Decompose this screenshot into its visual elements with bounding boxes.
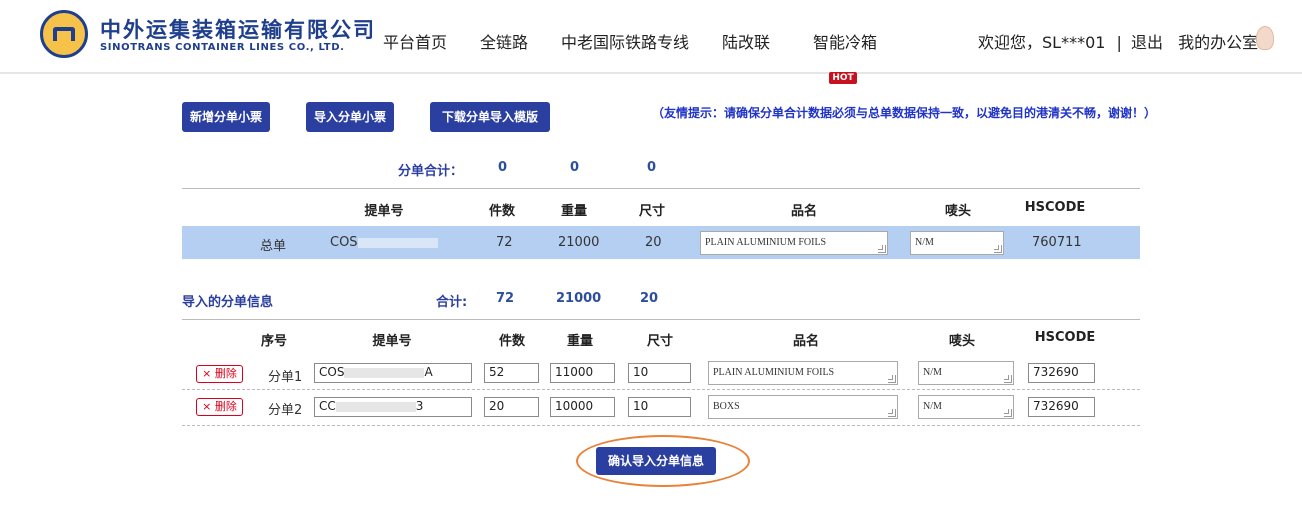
marks-value: N/M [923,367,942,378]
product-textarea[interactable]: PLAIN ALUMINIUM FOILS [708,361,898,385]
weight-input[interactable]: 11000 [550,363,615,383]
product-textarea[interactable]: BOXS [708,395,898,419]
product-value: BOXS [713,401,740,412]
col-pieces: 件数 [488,204,515,219]
import-total-label: 合计: [436,295,468,310]
company-name-cn: 中外运集装箱运输有限公司 [100,18,376,42]
delete-button[interactable]: × 删除 [196,365,243,383]
logout-link[interactable]: 退出 [1131,33,1163,52]
col-marks: 唛头 [944,204,971,219]
divider [182,188,1140,189]
import-pieces: 72 [496,291,515,306]
master-marks-textarea[interactable]: N/M [910,231,1004,255]
user-separator: | [1116,33,1122,52]
summary-weight: 0 [570,160,580,175]
row-seq: 分单2 [268,403,303,418]
divider [182,319,1140,320]
col-bl-no: 提单号 [372,334,412,349]
notice-tip: （友情提示：请确保分单合计数据必须与总单数据保持一致，以避免目的港清关不畅，谢谢… [652,106,1157,120]
hot-badge: HOT [829,72,857,84]
avatar[interactable] [1256,26,1274,50]
import-weight: 21000 [556,291,602,306]
company-name-en: SINOTRANS CONTAINER LINES CO., LTD. [100,42,345,53]
size-input[interactable]: 10 [628,397,691,417]
nav-smart-reefer[interactable]: 智能冷箱 [813,29,877,53]
download-template-button[interactable]: 下载分单导入模版 [430,102,550,132]
import-size: 20 [640,291,659,306]
size-input[interactable]: 10 [628,363,691,383]
resize-grip-icon[interactable] [888,409,896,417]
col-hscode: HSCODE [1034,330,1096,345]
nav-china-laos-railway[interactable]: 中老国际铁路专线 [561,29,689,53]
resize-grip-icon[interactable] [1004,409,1012,417]
pieces-input[interactable]: 20 [484,397,539,417]
bl-prefix: CC [319,399,336,413]
summary-pieces: 0 [498,160,508,175]
import-section-title: 导入的分单信息 [182,295,274,310]
master-product-textarea[interactable]: PLAIN ALUMINIUM FOILS [700,231,888,255]
delete-button[interactable]: × 删除 [196,398,243,416]
col-weight: 重量 [560,204,587,219]
site-header: 中外运集装箱运输有限公司 SINOTRANS CONTAINER LINES C… [0,0,1302,74]
office-link[interactable]: 我的办公室 [1178,33,1258,52]
product-value: PLAIN ALUMINIUM FOILS [713,367,835,378]
welcome-text: 欢迎您，SL***01 [978,33,1106,52]
col-product: 品名 [792,334,819,349]
master-pieces: 72 [496,235,513,250]
import-subbill-button[interactable]: 导入分单小票 [306,102,394,132]
col-size: 尺寸 [646,334,673,349]
row-seq: 分单1 [268,370,303,385]
marks-textarea[interactable]: N/M [918,361,1014,385]
bl-suffix: A [424,365,433,379]
resize-grip-icon[interactable] [888,375,896,383]
row-divider [182,425,1140,426]
col-marks: 唛头 [948,334,975,349]
hscode-input[interactable]: 732690 [1028,397,1095,417]
user-area: 欢迎您，SL***01 | 退出 我的办公室 [978,29,1260,53]
col-weight: 重量 [566,334,593,349]
col-pieces: 件数 [498,334,525,349]
marks-value: N/M [923,401,942,412]
bl-no-input[interactable]: COS A [314,363,472,383]
bl-prefix: COS [319,365,345,379]
masked-text [357,237,438,248]
master-bl-prefix: COS [330,235,358,250]
subbill-total-label: 分单合计： [398,164,464,179]
pieces-input[interactable]: 52 [484,363,539,383]
bl-suffix: 3 [415,399,424,413]
masked-text [335,401,416,412]
confirm-import-button[interactable]: 确认导入分单信息 [596,447,716,475]
master-bl-no: COS [330,235,438,250]
marks-textarea[interactable]: N/M [918,395,1014,419]
masked-text [344,367,425,378]
nav-road-to-rail[interactable]: 陆改联 [722,29,770,53]
col-bl-no: 提单号 [364,204,404,219]
resize-grip-icon[interactable] [878,245,886,253]
master-weight: 21000 [558,235,600,250]
hscode-input[interactable]: 732690 [1028,363,1095,383]
nav-home[interactable]: 平台首页 [383,29,447,53]
master-marks-value: N/M [915,237,934,248]
col-seq: 序号 [260,334,287,349]
master-row-type: 总单 [260,239,287,254]
master-size: 20 [645,235,662,250]
resize-grip-icon[interactable] [994,245,1002,253]
col-hscode: HSCODE [1024,200,1086,215]
nav-full-chain[interactable]: 全链路 [480,29,528,53]
summary-size: 0 [647,160,657,175]
col-size: 尺寸 [638,204,665,219]
master-hscode: 760711 [1032,235,1082,250]
bl-no-input[interactable]: CC 3 [314,397,472,417]
master-product-value: PLAIN ALUMINIUM FOILS [705,237,827,248]
company-logo-icon[interactable] [40,10,88,58]
resize-grip-icon[interactable] [1004,375,1012,383]
row-divider [182,389,1140,390]
col-product: 品名 [790,204,817,219]
add-subbill-button[interactable]: 新增分单小票 [182,102,270,132]
weight-input[interactable]: 10000 [550,397,615,417]
